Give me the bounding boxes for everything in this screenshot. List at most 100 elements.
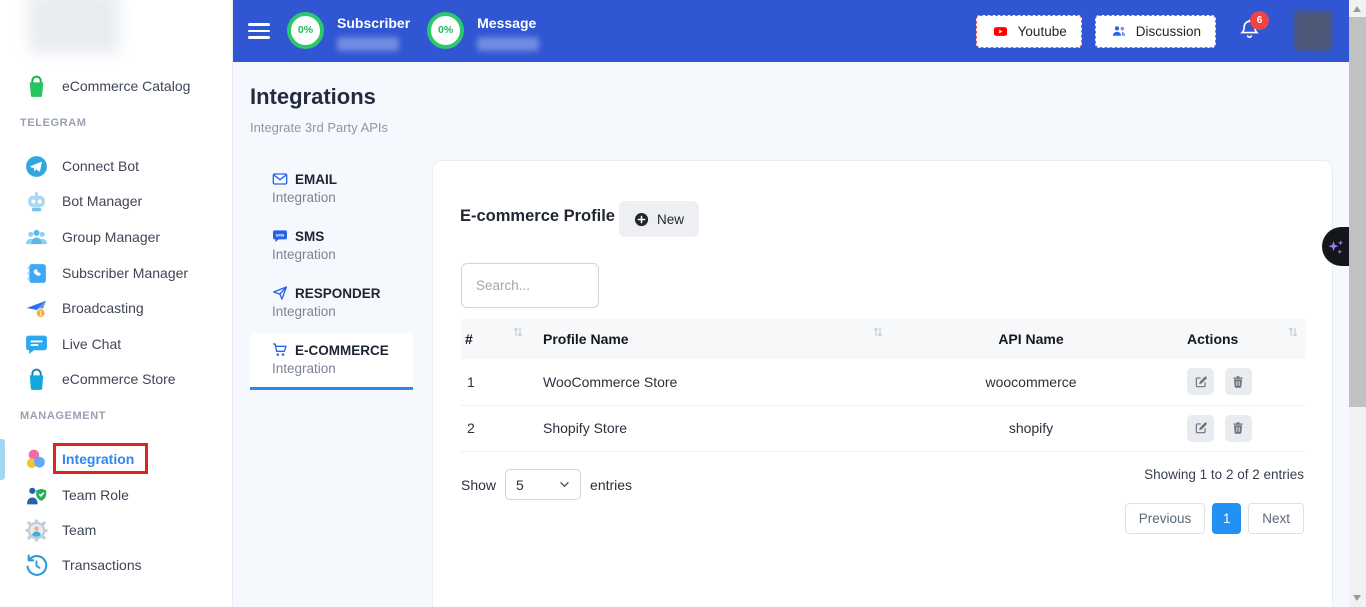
subnav-item-title: EMAIL <box>295 172 337 187</box>
transactions-history-icon <box>24 553 49 578</box>
edit-button[interactable] <box>1187 368 1214 395</box>
table-row: 2 Shopify Store shopify <box>461 405 1306 451</box>
page-size-control: Show 5 entries <box>461 469 632 500</box>
sidebar-item-ecommerce-store[interactable]: eCommerce Store <box>0 362 232 396</box>
page-subtitle: Integrate 3rd Party APIs <box>250 120 388 135</box>
notification-badge: 6 <box>1250 11 1269 30</box>
sort-icon[interactable] <box>873 326 883 338</box>
sidebar-item-group-manager[interactable]: Group Manager <box>0 220 232 254</box>
sidebar-item-team[interactable]: Team <box>0 513 232 547</box>
shopping-bag-icon <box>24 74 49 99</box>
youtube-button[interactable]: Youtube <box>976 15 1082 48</box>
sidebar-item-ecommerce-catalog[interactable]: eCommerce Catalog <box>0 69 232 103</box>
delete-button[interactable] <box>1225 368 1252 395</box>
sidebar-item-label: Team Role <box>62 487 129 503</box>
group-icon <box>24 225 49 250</box>
team-gear-icon <box>24 518 49 543</box>
subnav-item-responder[interactable]: RESPONDER Integration <box>250 276 413 333</box>
showing-info: Showing 1 to 2 of 2 entries <box>1144 467 1304 482</box>
sidebar-item-label: Integration <box>62 451 134 467</box>
subnav-item-email[interactable]: EMAIL Integration <box>250 162 413 219</box>
telegram-icon <box>24 154 49 179</box>
sidebar-item-team-role[interactable]: Team Role <box>0 478 232 512</box>
column-header-actions[interactable]: Actions <box>1171 319 1306 359</box>
envelope-icon <box>272 171 288 187</box>
sort-icon[interactable] <box>1288 326 1298 338</box>
sidebar: eCommerce Catalog TELEGRAM Connect Bot B… <box>0 0 233 607</box>
trash-icon <box>1231 421 1245 435</box>
column-header-api-name[interactable]: API Name <box>891 319 1171 359</box>
sidebar-item-live-chat[interactable]: Live Chat <box>0 327 232 361</box>
column-header-index[interactable]: # <box>461 319 531 359</box>
row-index: 2 <box>461 405 531 451</box>
broadcast-icon: 1 <box>24 296 49 321</box>
sidebar-item-bot-manager[interactable]: Bot Manager <box>0 184 232 218</box>
sidebar-item-transactions[interactable]: Transactions <box>0 548 232 582</box>
subnav-item-ecommerce[interactable]: E-COMMERCE Integration <box>250 333 413 390</box>
youtube-button-label: Youtube <box>1018 24 1067 39</box>
message-progress-ring: 0% <box>427 12 464 49</box>
robot-icon <box>24 189 49 214</box>
youtube-icon <box>991 24 1010 39</box>
sidebar-item-broadcasting[interactable]: 1 Broadcasting <box>0 291 232 325</box>
sidebar-item-label: Transactions <box>62 557 142 573</box>
next-page-button[interactable]: Next <box>1248 503 1304 534</box>
notifications-button[interactable]: 6 <box>1238 17 1272 46</box>
contacts-icon <box>24 261 49 286</box>
search-input[interactable] <box>461 263 599 308</box>
subnav-item-sms[interactable]: SMS SMS Integration <box>250 219 413 276</box>
ecommerce-profile-card: E-commerce Profile New # Profile Name <box>432 160 1333 607</box>
delete-button[interactable] <box>1225 415 1252 442</box>
integration-palette-icon <box>24 447 49 472</box>
row-index: 1 <box>461 359 531 405</box>
redacted-text <box>477 37 539 51</box>
previous-page-button[interactable]: Previous <box>1125 503 1206 534</box>
subscriber-stat-label: Subscriber <box>337 12 410 31</box>
message-stat-label: Message <box>477 12 539 31</box>
table-row: 1 WooCommerce Store woocommerce <box>461 359 1306 405</box>
subnav-item-title: SMS <box>295 229 324 244</box>
new-button-label: New <box>657 212 684 227</box>
cart-icon <box>272 342 288 358</box>
edit-icon <box>1194 421 1208 435</box>
sparkles-icon <box>1326 236 1346 258</box>
column-header-profile-name[interactable]: Profile Name <box>531 319 891 359</box>
entries-label: entries <box>590 477 632 493</box>
sidebar-item-connect-bot[interactable]: Connect Bot <box>0 149 232 183</box>
profiles-table: # Profile Name API Name Actions <box>461 319 1306 452</box>
subnav-item-subtitle: Integration <box>272 361 413 376</box>
pagination: Previous 1 Next <box>1125 503 1304 534</box>
api-name-cell: shopify <box>891 405 1171 451</box>
subnav-item-title: E-COMMERCE <box>295 343 389 358</box>
broadcast-badge: 1 <box>39 310 43 317</box>
scroll-down-arrow-icon[interactable] <box>1353 595 1361 601</box>
scroll-up-arrow-icon[interactable] <box>1353 6 1361 12</box>
trash-icon <box>1231 375 1245 389</box>
sidebar-item-label: Connect Bot <box>62 158 139 174</box>
subnav-item-title: RESPONDER <box>295 286 381 301</box>
current-page-button[interactable]: 1 <box>1212 503 1241 534</box>
avatar[interactable] <box>1294 11 1332 51</box>
topbar: 0% Subscriber 0% Message Youtube Discuss… <box>233 0 1349 62</box>
scrollbar[interactable] <box>1349 0 1366 607</box>
menu-toggle-icon[interactable] <box>248 19 270 43</box>
table-header-row: # Profile Name API Name Actions <box>461 319 1306 359</box>
paper-plane-icon <box>272 285 288 301</box>
sort-icon[interactable] <box>513 326 523 338</box>
role-shield-icon <box>24 483 49 508</box>
discussion-button[interactable]: Discussion <box>1095 15 1216 48</box>
new-profile-button[interactable]: New <box>619 201 699 237</box>
sidebar-item-integration[interactable]: Integration <box>0 442 232 476</box>
main-content: Integrations Integrate 3rd Party APIs EM… <box>233 62 1349 607</box>
chevron-down-icon <box>559 481 570 488</box>
profile-name-cell: WooCommerce Store <box>531 359 891 405</box>
page-size-select[interactable]: 5 <box>505 469 581 500</box>
scrollbar-thumb[interactable] <box>1349 17 1366 407</box>
app-screen: eCommerce Catalog TELEGRAM Connect Bot B… <box>0 0 1366 607</box>
users-icon <box>1110 23 1128 39</box>
subscriber-stat: 0% Subscriber <box>287 12 410 51</box>
page-size-value: 5 <box>516 477 524 493</box>
sidebar-item-subscriber-manager[interactable]: Subscriber Manager <box>0 256 232 290</box>
edit-button[interactable] <box>1187 415 1214 442</box>
message-stat: 0% Message <box>427 12 539 51</box>
